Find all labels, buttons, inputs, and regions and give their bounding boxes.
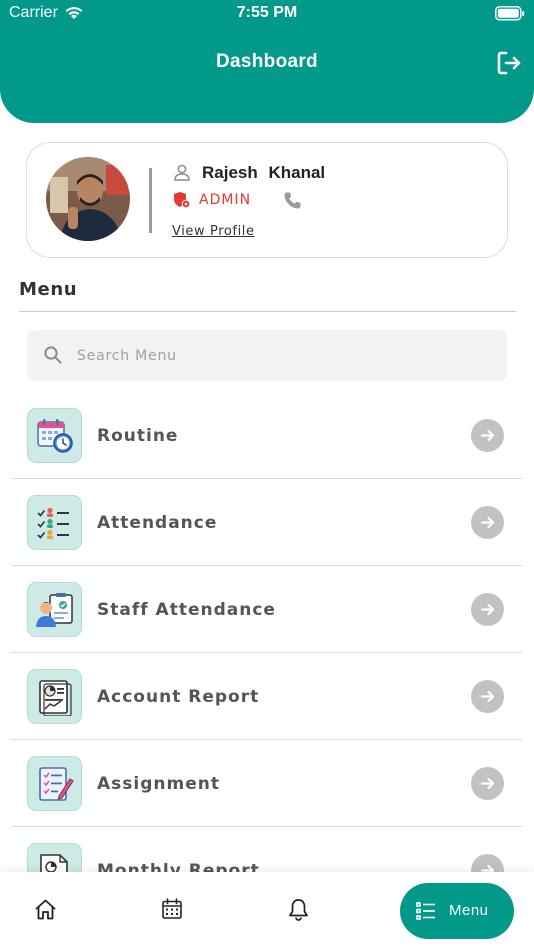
menu-tab-label: Menu — [449, 902, 489, 919]
calendar-icon[interactable] — [161, 898, 183, 924]
menu-heading: Menu — [19, 279, 78, 300]
admin-shield-icon — [173, 191, 191, 213]
profile-card: Rajesh Khanal ADMIN View Profile — [26, 142, 508, 258]
arrow-right-icon[interactable] — [471, 419, 504, 452]
user-name: Rajesh Khanal — [202, 163, 326, 182]
header: Carrier 7:55 PM Dashboard — [0, 0, 534, 123]
menu-item-assignment[interactable]: Assignment — [11, 740, 523, 827]
view-profile-link[interactable]: View Profile — [172, 224, 255, 239]
menu-item-label: Attendance — [97, 513, 218, 533]
battery-icon — [495, 6, 525, 25]
arrow-right-icon[interactable] — [471, 593, 504, 626]
arrow-right-icon[interactable] — [471, 680, 504, 713]
menu-item-label: Routine — [97, 426, 179, 446]
checklist-people-icon — [27, 495, 82, 550]
page-title: Dashboard — [216, 51, 318, 72]
status-bar: Carrier 7:55 PM — [0, 0, 534, 28]
search-icon — [43, 345, 63, 369]
role-badge: ADMIN — [199, 192, 252, 208]
home-icon[interactable] — [34, 898, 57, 925]
bottom-tab-bar: Menu — [0, 872, 534, 950]
calendar-clock-icon — [27, 408, 82, 463]
menu-item-account-report[interactable]: Account Report — [11, 653, 523, 740]
menu-item-label: Staff Attendance — [97, 600, 276, 620]
logout-icon[interactable] — [496, 50, 522, 76]
menu-divider — [19, 311, 516, 312]
menu-item-staff-attendance[interactable]: Staff Attendance — [11, 566, 523, 653]
menu-item-label: Assignment — [97, 774, 220, 794]
phone-icon[interactable] — [283, 191, 302, 214]
report-chart-icon — [27, 669, 82, 724]
staff-badge-icon — [27, 582, 82, 637]
arrow-right-icon[interactable] — [471, 506, 504, 539]
assignment-pen-icon — [27, 756, 82, 811]
search-input[interactable] — [77, 330, 497, 381]
arrow-right-icon[interactable] — [471, 767, 504, 800]
avatar — [46, 157, 130, 241]
menu-item-attendance[interactable]: Attendance — [11, 479, 523, 566]
person-icon — [173, 163, 191, 185]
clock-time: 7:55 PM — [236, 4, 298, 21]
bell-icon[interactable] — [288, 898, 309, 925]
menu-item-routine[interactable]: Routine — [11, 392, 523, 479]
divider — [149, 168, 152, 233]
menu-item-label: Account Report — [97, 687, 260, 707]
menu-tab-button[interactable]: Menu — [400, 883, 514, 939]
search-bar — [27, 330, 507, 381]
